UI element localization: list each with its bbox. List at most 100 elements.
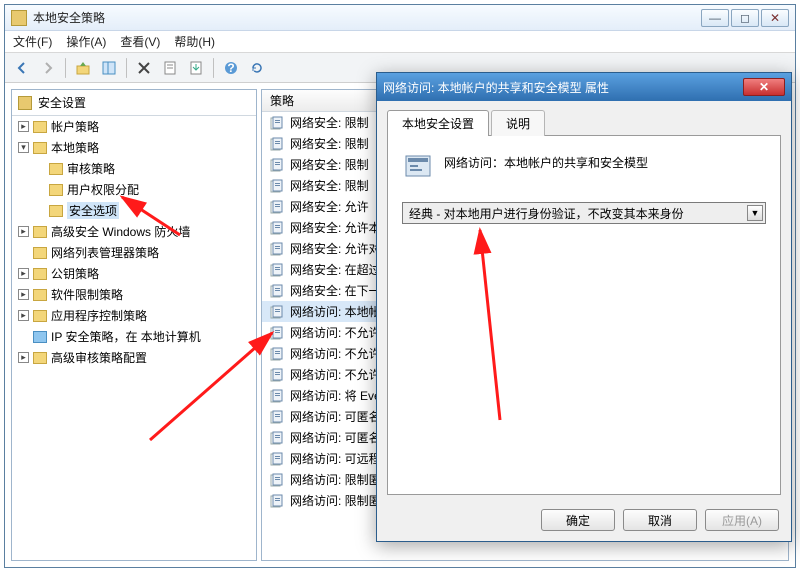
tree-item[interactable]: ▸ 软件限制策略 <box>16 284 256 305</box>
dialog-title: 网络访问: 本地帐户的共享和安全模型 属性 <box>383 79 743 96</box>
folder-icon <box>33 310 47 322</box>
tree-item-label: 高级安全 Windows 防火墙 <box>51 223 190 240</box>
policy-icon <box>270 116 284 130</box>
policy-label: 网络访问: 限制匿 <box>290 492 381 509</box>
folder-icon <box>33 121 47 133</box>
window-title: 本地安全策略 <box>33 9 701 26</box>
expand-toggle-icon[interactable]: ▸ <box>18 268 29 279</box>
tree-item[interactable]: 安全选项 <box>32 200 256 221</box>
expand-toggle-icon[interactable]: ▸ <box>18 289 29 300</box>
combobox-value: 经典 - 对本地用户进行身份验证，不改变其本来身份 <box>409 205 684 222</box>
help-button[interactable]: ? <box>220 57 242 79</box>
nav-forward-button[interactable] <box>37 57 59 79</box>
app-icon <box>11 10 27 26</box>
tab-explain[interactable]: 说明 <box>491 110 545 136</box>
expand-toggle-icon <box>18 331 29 342</box>
tree-item[interactable]: 用户权限分配 <box>32 179 256 200</box>
properties-dialog: 网络访问: 本地帐户的共享和安全模型 属性 ✕ 本地安全设置 说明 网络访问：本… <box>376 72 792 542</box>
policy-icon <box>270 431 284 445</box>
policy-icon <box>270 305 284 319</box>
nav-back-button[interactable] <box>11 57 33 79</box>
expand-toggle-icon[interactable]: ▾ <box>18 142 29 153</box>
policy-label: 网络安全: 限制 <box>290 156 369 173</box>
minimize-button[interactable]: — <box>701 9 729 27</box>
expand-toggle-icon <box>18 247 29 258</box>
chevron-down-icon: ▼ <box>747 205 763 221</box>
up-button[interactable] <box>72 57 94 79</box>
tab-local-security-setting[interactable]: 本地安全设置 <box>387 110 489 136</box>
policy-icon <box>270 263 284 277</box>
tree-item-label: 帐户策略 <box>51 118 99 135</box>
policy-label: 网络访问: 可匿名 <box>290 408 381 425</box>
menu-help[interactable]: 帮助(H) <box>174 33 215 50</box>
expand-toggle-icon[interactable]: ▸ <box>18 226 29 237</box>
tree-item-label: IP 安全策略，在 本地计算机 <box>51 328 201 345</box>
expand-toggle-icon <box>34 163 45 174</box>
tree-item[interactable]: ▸ 高级审核策略配置 <box>16 347 256 368</box>
folder-icon <box>33 268 47 280</box>
folder-icon <box>33 142 47 154</box>
expand-toggle-icon[interactable]: ▸ <box>18 121 29 132</box>
tree-item-label: 用户权限分配 <box>67 181 139 198</box>
titlebar: 本地安全策略 — ◻ ✕ <box>5 5 795 31</box>
tree-item[interactable]: IP 安全策略，在 本地计算机 <box>16 326 256 347</box>
tree-item[interactable]: 审核策略 <box>32 158 256 179</box>
menu-view[interactable]: 查看(V) <box>120 33 160 50</box>
dialog-tabs: 本地安全设置 说明 <box>387 110 781 136</box>
policy-icon <box>270 200 284 214</box>
show-hide-tree-button[interactable] <box>98 57 120 79</box>
cancel-button[interactable]: 取消 <box>623 509 697 531</box>
policy-label: 网络安全: 允许对 <box>290 240 381 257</box>
security-model-combobox[interactable]: 经典 - 对本地用户进行身份验证，不改变其本来身份 ▼ <box>402 202 766 224</box>
folder-icon <box>33 247 47 259</box>
tree-item-label: 高级审核策略配置 <box>51 349 147 366</box>
tree-item-label: 安全选项 <box>67 202 119 219</box>
policy-label: 网络访问: 不允许 <box>290 324 381 341</box>
policy-label: 网络访问: 不允许 <box>290 366 381 383</box>
toolbar-separator <box>126 58 127 78</box>
export-list-button[interactable] <box>185 57 207 79</box>
policy-label: 网络访问: 可远程 <box>290 450 381 467</box>
folder-icon <box>33 331 47 343</box>
tree-item-label: 应用程序控制策略 <box>51 307 147 324</box>
policy-icon <box>270 452 284 466</box>
policy-icon <box>270 347 284 361</box>
properties-button[interactable] <box>159 57 181 79</box>
tree-item-label: 软件限制策略 <box>51 286 123 303</box>
delete-button[interactable] <box>133 57 155 79</box>
policy-label: 网络安全: 在超过 <box>290 261 381 278</box>
expand-toggle-icon[interactable]: ▸ <box>18 310 29 321</box>
policy-label: 网络安全: 限制 <box>290 114 369 131</box>
expand-toggle-icon[interactable]: ▸ <box>18 352 29 363</box>
tree-root[interactable]: 安全设置 <box>12 90 256 116</box>
tree-item[interactable]: ▸ 帐户策略 <box>16 116 256 137</box>
tree-item[interactable]: ▸ 高级安全 Windows 防火墙 <box>16 221 256 242</box>
policy-label: 网络访问: 限制匿 <box>290 471 381 488</box>
menu-file[interactable]: 文件(F) <box>13 33 52 50</box>
dialog-close-button[interactable]: ✕ <box>743 78 785 96</box>
expand-toggle-icon <box>34 205 45 216</box>
policy-label: 网络安全: 在下一 <box>290 282 381 299</box>
policy-label: 网络访问: 本地帐 <box>290 303 381 320</box>
policy-large-icon <box>402 150 434 182</box>
tree-item[interactable]: 网络列表管理器策略 <box>16 242 256 263</box>
policy-label: 网络安全: 限制 <box>290 135 369 152</box>
apply-button[interactable]: 应用(A) <box>705 509 779 531</box>
expand-toggle-icon <box>34 184 45 195</box>
refresh-button[interactable] <box>246 57 268 79</box>
maximize-button[interactable]: ◻ <box>731 9 759 27</box>
close-button[interactable]: ✕ <box>761 9 789 27</box>
policy-icon <box>270 473 284 487</box>
dialog-titlebar: 网络访问: 本地帐户的共享和安全模型 属性 ✕ <box>377 73 791 101</box>
tab-panel: 网络访问：本地帐户的共享和安全模型 经典 - 对本地用户进行身份验证，不改变其本… <box>387 135 781 495</box>
tree-item[interactable]: ▾本地策略 <box>16 137 256 158</box>
policy-heading: 网络访问：本地帐户的共享和安全模型 <box>444 150 648 171</box>
tree-item[interactable]: ▸公钥策略 <box>16 263 256 284</box>
tree-pane: 安全设置 ▸ 帐户策略 ▾本地策略审核策略用户权限分配安全选项 ▸ 高级安全 Windo… <box>11 89 257 561</box>
policy-icon <box>270 368 284 382</box>
ok-button[interactable]: 确定 <box>541 509 615 531</box>
tree-root-label: 安全设置 <box>38 94 86 111</box>
folder-icon <box>49 205 63 217</box>
menu-action[interactable]: 操作(A) <box>66 33 106 50</box>
tree-item[interactable]: ▸ 应用程序控制策略 <box>16 305 256 326</box>
